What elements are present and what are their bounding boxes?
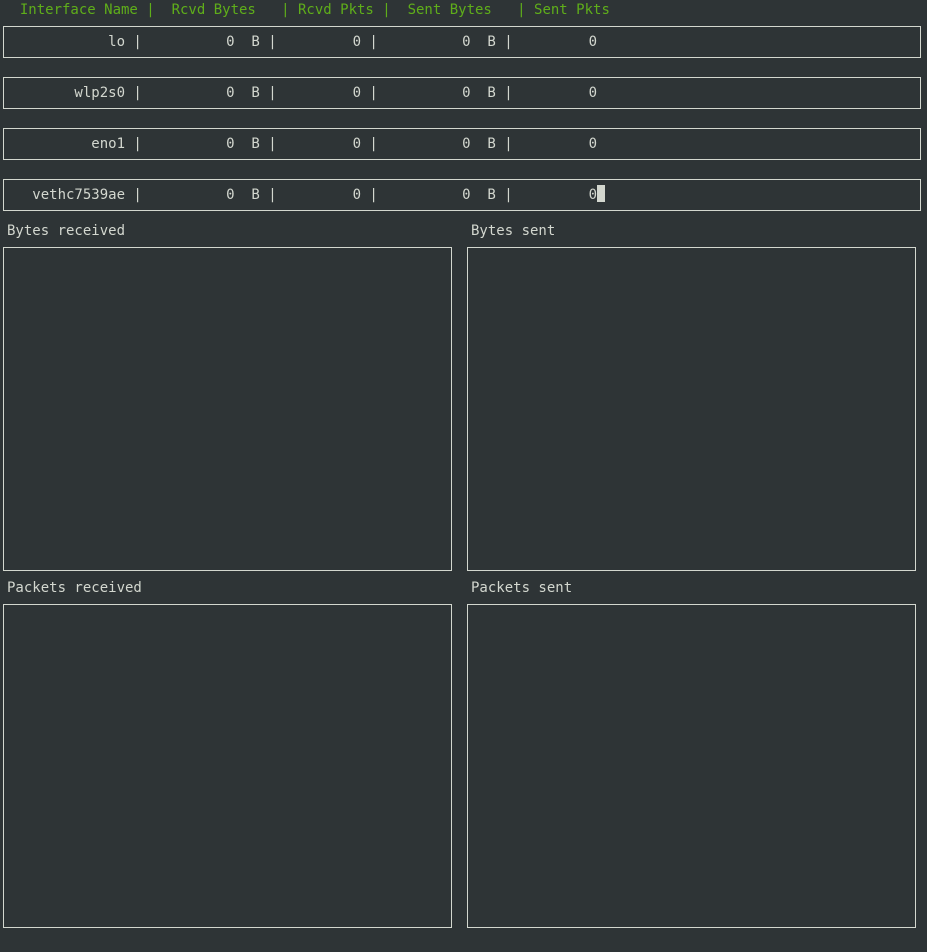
row-text-lo: lo | 0 B | 0 | 0 B | 0	[7, 34, 598, 50]
bytes-received-title: Bytes received	[7, 223, 126, 239]
table-row[interactable]: eno1 | 0 B | 0 | 0 B | 0	[3, 128, 921, 160]
text-cursor	[597, 185, 606, 202]
row-text-wlp2s0: wlp2s0 | 0 B | 0 | 0 B | 0	[7, 85, 598, 101]
table-header: Interface Name | Rcvd Bytes | Rcvd Pkts …	[3, 2, 610, 18]
bytes-sent-title: Bytes sent	[471, 223, 556, 239]
row-text-vethc7539ae: vethc7539ae | 0 B | 0 | 0 B | 0	[7, 185, 606, 205]
bytes-sent-graph	[467, 247, 916, 571]
packets-received-graph	[3, 604, 452, 928]
packets-sent-graph	[467, 604, 916, 928]
table-row-selected[interactable]: vethc7539ae | 0 B | 0 | 0 B | 0	[3, 179, 921, 211]
packets-sent-title: Packets sent	[471, 580, 573, 596]
table-row[interactable]: wlp2s0 | 0 B | 0 | 0 B | 0	[3, 77, 921, 109]
packets-received-title: Packets received	[7, 580, 142, 596]
bytes-received-graph	[3, 247, 452, 571]
table-row[interactable]: lo | 0 B | 0 | 0 B | 0	[3, 26, 921, 58]
row-text-vethc7539ae-content: vethc7539ae | 0 B | 0 | 0 B | 0	[7, 187, 598, 203]
row-text-eno1: eno1 | 0 B | 0 | 0 B | 0	[7, 136, 598, 152]
